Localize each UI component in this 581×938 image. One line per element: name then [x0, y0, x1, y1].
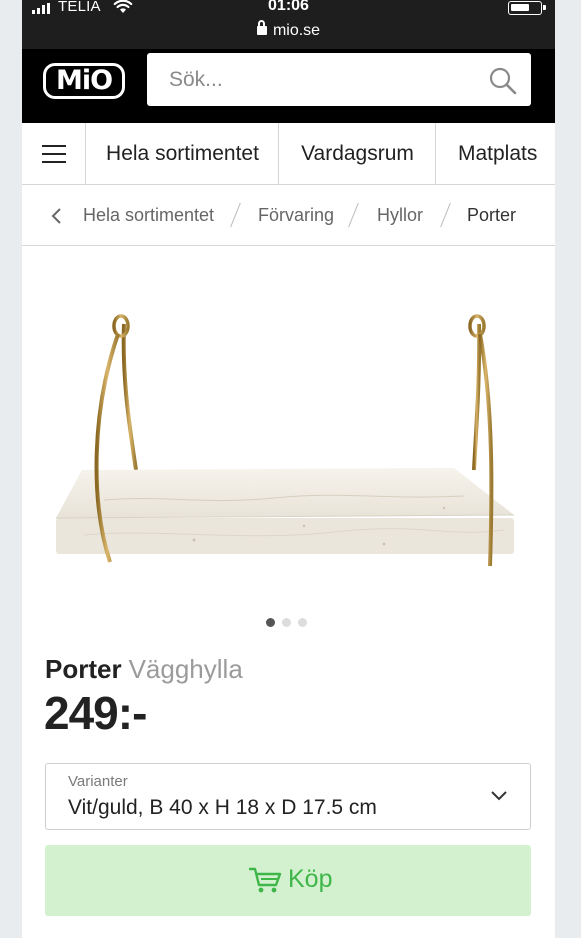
product-title: Porter Vägghylla [45, 654, 243, 685]
cart-icon [249, 867, 282, 892]
product-brand: Porter [45, 654, 122, 684]
carousel-dot-active[interactable] [266, 618, 275, 627]
phone-screen: TELIA 01:06 mio.se MiO Hela sortimentet … [22, 0, 555, 938]
nav-item-vardagsrum[interactable]: Vardagsrum [280, 123, 436, 185]
breadcrumb-current: Porter [467, 205, 517, 225]
chevron-down-icon [491, 791, 507, 801]
buy-label: Köp [288, 865, 333, 893]
search-icon[interactable] [488, 66, 518, 96]
address-url: mio.se [272, 22, 321, 39]
image-carousel-dots[interactable] [266, 618, 307, 627]
status-time: 01:06 [268, 0, 309, 14]
breadcrumb-item[interactable]: Förvaring [258, 205, 334, 226]
breadcrumb-separator [230, 202, 241, 228]
buy-button[interactable]: Köp [45, 845, 531, 916]
menu-icon[interactable] [22, 123, 86, 185]
carousel-dot[interactable] [282, 618, 291, 627]
lock-icon [256, 20, 267, 35]
chevron-left-icon[interactable] [50, 206, 64, 226]
nav-item-hela-sortimentet[interactable]: Hela sortimentet [87, 123, 279, 185]
variant-select[interactable]: Varianter Vit/guld, B 40 x H 18 x D 17.5… [45, 763, 531, 830]
breadcrumb-item[interactable]: Hyllor [377, 205, 423, 226]
breadcrumb-item[interactable]: Hela sortimentet [83, 205, 214, 226]
address-bar[interactable]: mio.se [22, 20, 555, 40]
product-price: 249:- [44, 687, 147, 739]
mio-logo[interactable]: MiO [43, 63, 125, 99]
product-type: Vägghylla [128, 654, 243, 684]
category-nav: Hela sortimentet Vardagsrum Matplats [22, 123, 555, 185]
site-header: MiO [22, 49, 555, 123]
breadcrumb-separator [440, 202, 451, 228]
variant-value: Vit/guld, B 40 x H 18 x D 17.5 cm [68, 796, 377, 819]
status-bar: TELIA 01:06 mio.se [22, 0, 555, 49]
breadcrumb: Hela sortimentet Förvaring Hyllor Porter [22, 186, 555, 246]
breadcrumb-separator [348, 202, 359, 228]
variant-label: Varianter [68, 773, 128, 790]
nav-item-matplats[interactable]: Matplats [437, 123, 555, 185]
product-image[interactable] [44, 300, 514, 575]
battery-icon [508, 1, 546, 15]
carousel-dot[interactable] [298, 618, 307, 627]
search-input[interactable] [147, 53, 531, 106]
